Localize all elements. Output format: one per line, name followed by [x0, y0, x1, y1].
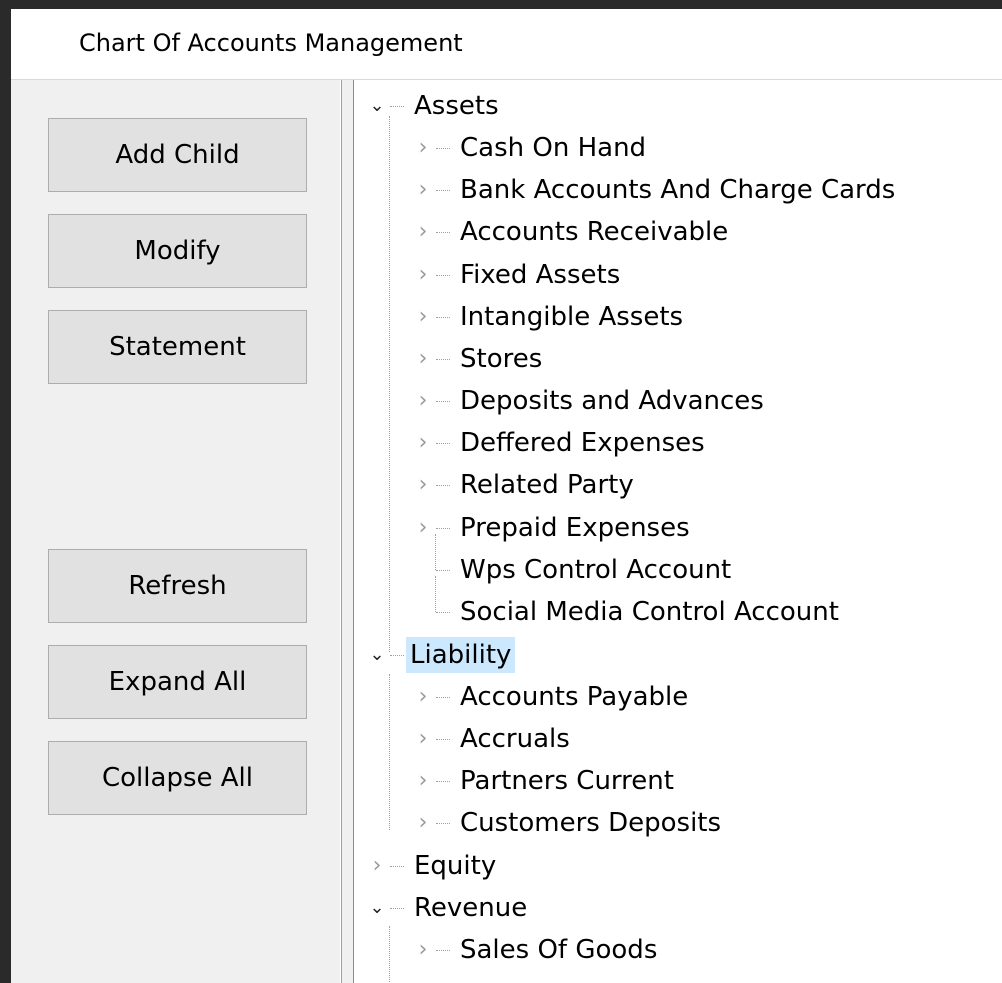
tree-connector	[436, 485, 450, 486]
window-frame-top	[0, 0, 1002, 9]
tree-guide-line	[389, 116, 390, 652]
tree-connector	[436, 275, 450, 276]
collapsed-chevron-icon[interactable]: ›	[410, 214, 436, 250]
tree-connector	[436, 781, 450, 782]
window-title: Chart Of Accounts Management	[79, 29, 463, 57]
collapsed-chevron-icon[interactable]: ›	[410, 383, 436, 419]
tree-connector	[436, 739, 450, 740]
tree-node-label: Deposits and Advances	[460, 386, 764, 416]
tree-node-label: Accounts Payable	[460, 682, 689, 712]
tree-node-label: Prepaid Expenses	[460, 513, 690, 543]
tree-node-label: Bank Accounts And Charge Cards	[460, 175, 896, 205]
add-child-button[interactable]: Add Child	[48, 118, 307, 192]
collapsed-chevron-icon[interactable]: ›	[410, 257, 436, 293]
expanded-chevron-icon[interactable]: ⌄	[364, 88, 390, 124]
tree-guide-line	[435, 534, 436, 570]
collapsed-chevron-icon[interactable]: ›	[410, 467, 436, 503]
tree-connector	[436, 612, 450, 613]
expanded-chevron-icon[interactable]: ⌄	[364, 637, 390, 673]
refresh-button[interactable]: Refresh	[48, 549, 307, 623]
expanded-chevron-icon[interactable]: ⌄	[364, 890, 390, 926]
tree-guide-line	[435, 576, 436, 612]
window-frame-left	[0, 0, 11, 983]
collapse-all-button[interactable]: Collapse All	[48, 741, 307, 815]
tree-node-label: Related Party	[460, 470, 634, 500]
tree-connector	[436, 359, 450, 360]
tree-node-label: Revenue	[414, 893, 528, 923]
tree-node-label: Liability	[406, 637, 516, 673]
tree-node-label: Deffered Expenses	[460, 428, 705, 458]
tree-connector	[436, 823, 450, 824]
collapsed-chevron-icon[interactable]: ›	[410, 805, 436, 841]
expand-all-button[interactable]: Expand All	[48, 645, 307, 719]
tree-connector	[390, 908, 404, 909]
collapsed-chevron-icon[interactable]: ›	[410, 721, 436, 757]
collapsed-chevron-icon[interactable]: ›	[410, 679, 436, 715]
tree-connector	[436, 950, 450, 951]
tree-connector	[436, 401, 450, 402]
statement-button[interactable]: Statement	[48, 310, 307, 384]
tree-guide-line	[389, 674, 390, 830]
tree-node-label: Wps Control Account	[460, 555, 732, 585]
tree-connector	[436, 148, 450, 149]
tree-node-label: Cash On Hand	[460, 133, 647, 163]
collapsed-chevron-icon[interactable]: ›	[410, 299, 436, 335]
tree-node-label: Sales Of Goods	[460, 935, 658, 965]
tree-node-label: Partners Current	[460, 766, 674, 796]
tree-node-label: Accruals	[460, 724, 570, 754]
collapsed-chevron-icon[interactable]: ›	[410, 130, 436, 166]
tree-node-label: Stores	[460, 344, 543, 374]
collapsed-chevron-icon[interactable]: ›	[410, 510, 436, 546]
collapsed-chevron-icon[interactable]: ›	[410, 341, 436, 377]
tree-connector	[436, 570, 450, 571]
accounts-tree[interactable]: ⌄ Assets › Cash On Hand › Bank Accounts …	[353, 80, 1002, 983]
collapsed-chevron-icon[interactable]: ›	[364, 848, 390, 884]
tree-connector	[436, 190, 450, 191]
tree-node-label: Equity	[414, 851, 497, 881]
tree-connector	[390, 655, 404, 656]
tree-node-label: Customers Deposits	[460, 808, 722, 838]
modify-button[interactable]: Modify	[48, 214, 307, 288]
tree-guide-line	[389, 926, 390, 983]
tree-connector	[436, 232, 450, 233]
collapsed-chevron-icon[interactable]: ›	[410, 425, 436, 461]
tree-connector	[390, 106, 404, 107]
tree-connector	[390, 866, 404, 867]
tree-connector	[436, 697, 450, 698]
collapsed-chevron-icon[interactable]: ›	[410, 932, 436, 968]
tree-node-label: Intangible Assets	[460, 302, 684, 332]
title-bar[interactable]: Chart Of Accounts Management	[11, 9, 1002, 80]
tree-node-label: Fixed Assets	[460, 260, 621, 290]
tree-connector	[436, 528, 450, 529]
tree-connector	[436, 443, 450, 444]
tree-connector	[436, 317, 450, 318]
panel-divider-dark	[341, 80, 342, 983]
tree-node-label: Accounts Receivable	[460, 217, 729, 247]
tree-node-label: Social Media Control Account	[460, 597, 839, 627]
collapsed-chevron-icon[interactable]: ›	[410, 763, 436, 799]
collapsed-chevron-icon[interactable]: ›	[410, 172, 436, 208]
tree-node-label: Assets	[414, 91, 499, 121]
